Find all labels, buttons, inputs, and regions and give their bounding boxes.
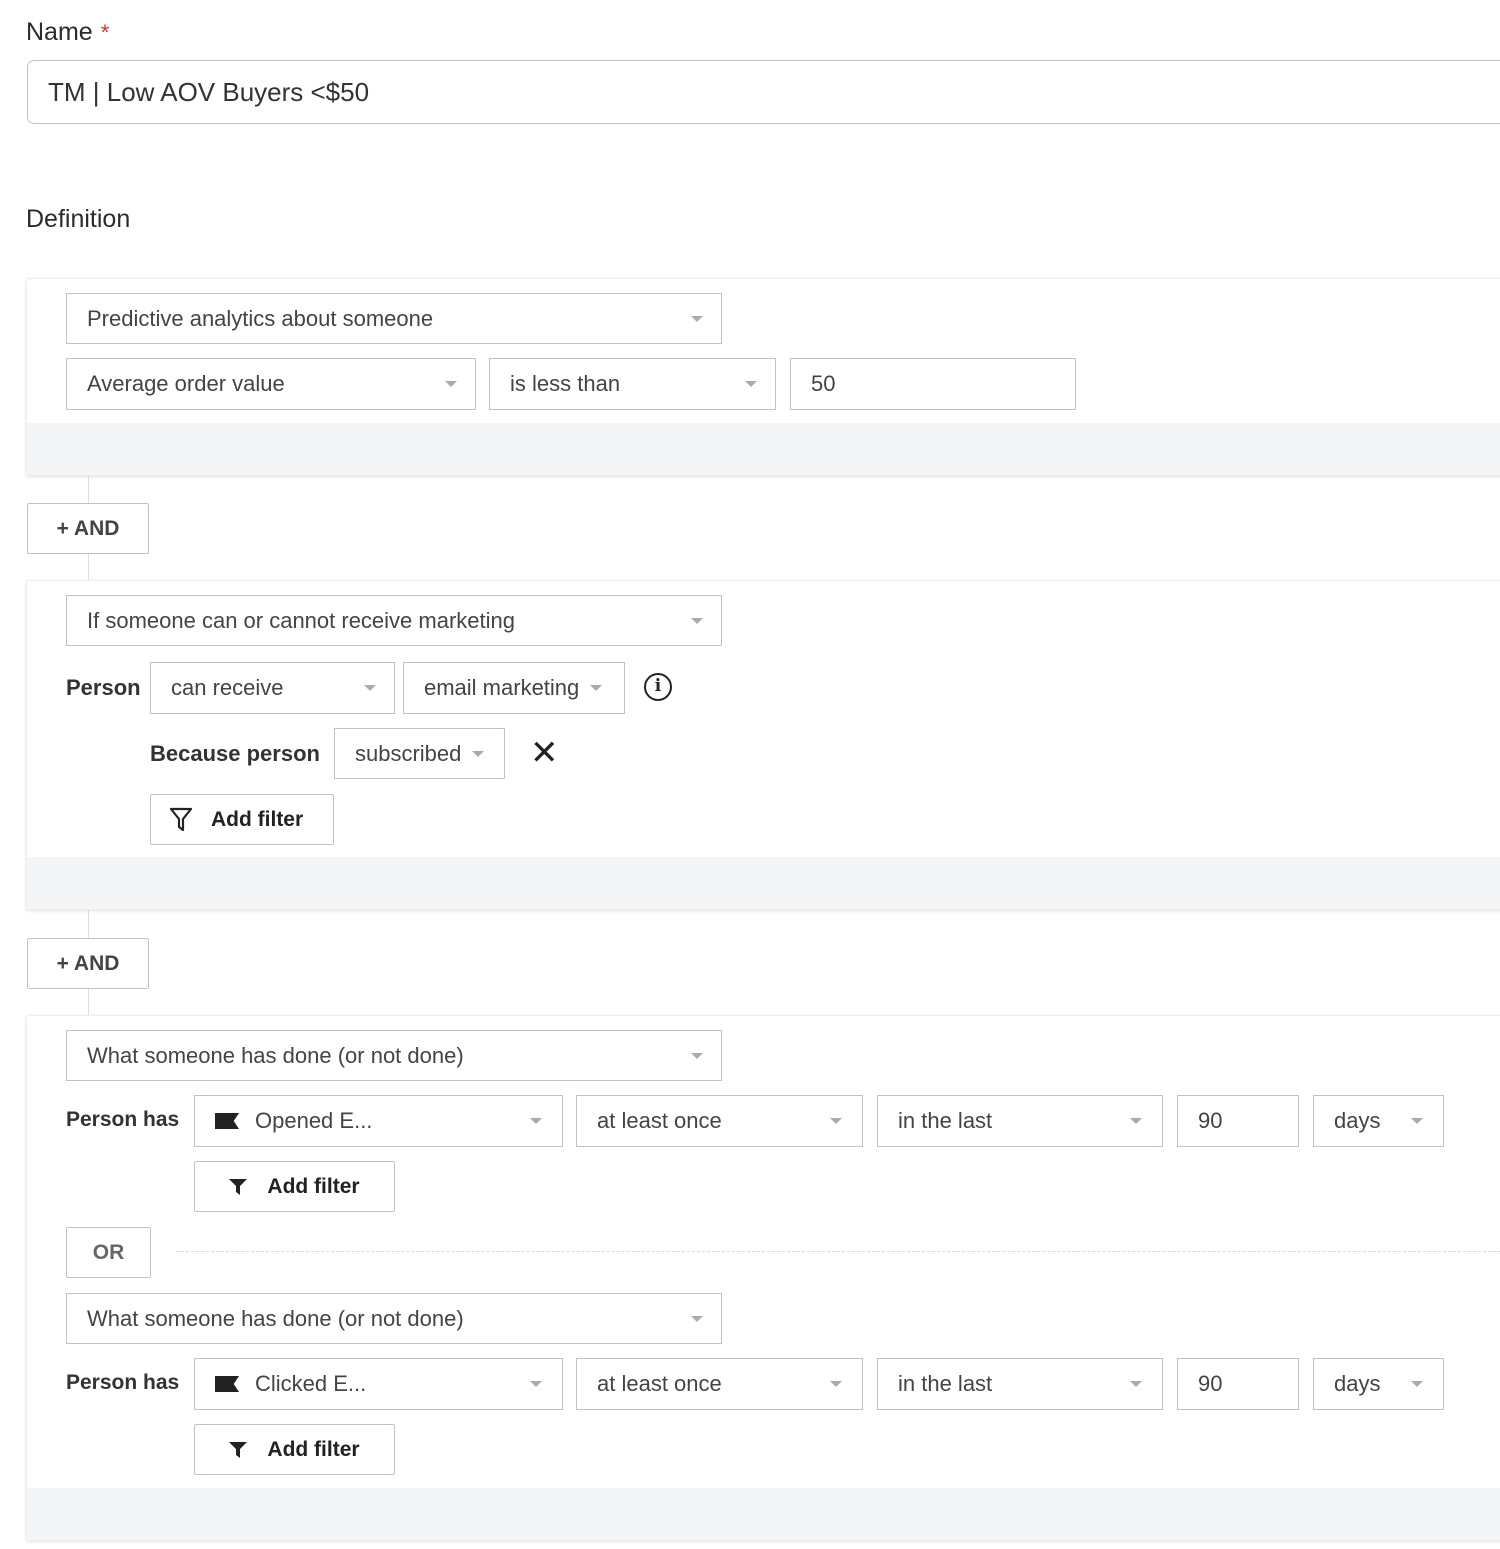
condition-type-select[interactable]: What someone has done (or not done) [66,1293,722,1344]
chevron-down-icon [445,381,457,387]
chevron-down-icon [472,750,484,757]
add-filter-button[interactable]: Add filter [150,794,334,845]
chevron-down-icon [691,315,703,322]
select-value: Clicked E... [255,1371,367,1396]
chevron-down-icon [364,685,376,691]
select-value: at least once [597,1108,722,1133]
count-input[interactable]: 90 [1177,1358,1299,1410]
chevron-down-icon [590,685,602,691]
operator-select[interactable]: is less than [489,358,776,410]
input-value: 90 [1198,1371,1223,1396]
add-and-button[interactable]: + AND [27,503,149,554]
input-value: 90 [1198,1108,1223,1133]
person-has-label: Person has [66,1371,180,1394]
filter-icon [229,1178,248,1195]
add-and-button[interactable]: + AND [27,938,149,989]
select-value: at least once [597,1371,722,1396]
button-label: Add filter [267,1174,360,1198]
value-input[interactable]: 50 [790,358,1076,410]
select-value: in the last [898,1108,993,1133]
button-label: Add filter [267,1437,360,1461]
unit-select[interactable]: days [1313,1095,1444,1147]
frequency-select[interactable]: at least once [576,1358,863,1410]
filter-icon [229,1441,248,1458]
chevron-down-icon [1411,1381,1423,1387]
select-value: subscribed [355,740,462,766]
flag-icon [215,1113,239,1129]
select-value: days [1334,1371,1381,1396]
chevron-down-icon [1411,1118,1423,1124]
chevron-down-icon [830,1118,842,1124]
metric-select[interactable]: Average order value [66,358,476,410]
chevron-down-icon [691,1052,703,1059]
select-value: Predictive analytics about someone [87,305,434,331]
add-filter-button[interactable]: Add filter [194,1161,395,1212]
condition-type-select[interactable]: What someone has done (or not done) [66,1030,722,1081]
flag-icon [215,1376,239,1392]
reason-select[interactable]: subscribed [334,728,505,779]
select-value: Average order value [87,371,285,396]
chevron-down-icon [1130,1118,1142,1124]
select-value: If someone can or cannot receive marketi… [87,607,516,633]
person-has-label: Person has [66,1108,180,1131]
chevron-down-icon [830,1381,842,1387]
metric-select[interactable]: Clicked E... [194,1358,563,1410]
or-divider [176,1251,1500,1252]
name-input[interactable]: TM | Low AOV Buyers <$50 [27,60,1500,124]
select-value: email marketing [424,675,580,700]
definition-heading: Definition [26,205,131,233]
chevron-down-icon [530,1381,542,1387]
timeframe-select[interactable]: in the last [877,1358,1163,1410]
select-value: is less than [510,371,621,396]
chevron-down-icon [691,1315,703,1322]
chevron-down-icon [530,1118,542,1124]
name-label-text: Name [26,18,93,46]
add-filter-button[interactable]: Add filter [194,1424,395,1475]
select-value: days [1334,1108,1381,1133]
button-label: Add filter [211,807,304,831]
filter-outline-icon [169,807,193,831]
metric-select[interactable]: Opened E... [194,1095,563,1147]
required-marker: * [100,20,110,45]
select-value: What someone has done (or not done) [87,1042,464,1068]
condition-type-select[interactable]: If someone can or cannot receive marketi… [66,595,722,646]
channel-select[interactable]: email marketing [403,662,625,714]
select-value: Opened E... [255,1108,373,1133]
input-value: 50 [811,371,836,396]
because-person-label: Because person [150,741,320,766]
name-value: TM | Low AOV Buyers <$50 [48,76,370,107]
chevron-down-icon [691,617,703,624]
close-icon[interactable]: ✕ [530,736,559,770]
select-value: in the last [898,1371,993,1396]
timeframe-select[interactable]: in the last [877,1095,1163,1147]
count-input[interactable]: 90 [1177,1095,1299,1147]
chevron-down-icon [1130,1381,1142,1387]
can-receive-select[interactable]: can receive [150,662,395,714]
or-button[interactable]: OR [66,1227,151,1278]
name-label: Name * [26,18,109,47]
person-label: Person [66,675,141,700]
info-icon[interactable]: i [644,673,672,701]
select-value: can receive [171,675,284,700]
condition-type-select[interactable]: Predictive analytics about someone [66,293,722,344]
frequency-select[interactable]: at least once [576,1095,863,1147]
unit-select[interactable]: days [1313,1358,1444,1410]
select-value: What someone has done (or not done) [87,1305,464,1331]
chevron-down-icon [745,381,757,387]
